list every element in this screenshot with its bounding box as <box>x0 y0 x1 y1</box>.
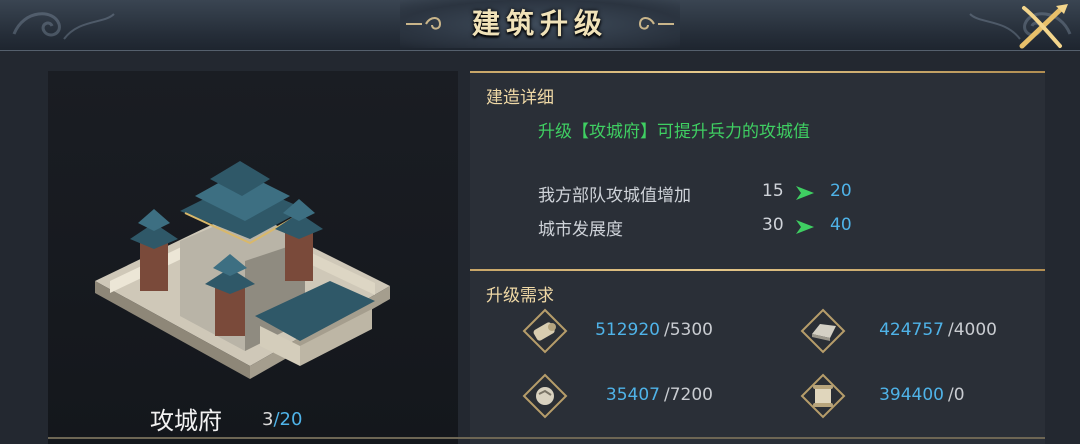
main-area: 攻城府 3/20 建造详细 升级【攻城府】可提升兵力的攻城值 我方部队攻城值增加… <box>0 51 1080 444</box>
arrow-right-icon <box>796 186 814 200</box>
resource-owned: 424757 <box>879 320 944 340</box>
resource-decree: 394400 /0 <box>800 373 1020 419</box>
requirements-title: 升级需求 <box>486 286 554 306</box>
title-ornament-right-icon <box>638 17 674 30</box>
resource-owned: 512920 <box>595 320 660 340</box>
resource-wood: 512920 /5300 <box>522 308 742 354</box>
building-name: 攻城府 <box>150 407 222 435</box>
arrow-right-icon <box>796 220 814 234</box>
current-level: 3 <box>262 409 274 430</box>
stat-next-value: 20 <box>830 181 852 201</box>
divider <box>470 269 1045 271</box>
resource-iron: 424757 /4000 <box>800 308 1020 354</box>
close-crossed-blades-icon[interactable] <box>1012 2 1072 50</box>
stat-label: 我方部队攻城值增加 <box>538 186 691 206</box>
bottom-divider <box>48 437 1045 439</box>
stat-current-value: 15 <box>762 181 784 201</box>
building-level: 3/20 <box>262 409 302 430</box>
resource-required: /4000 <box>948 320 997 340</box>
stat-current-value: 30 <box>762 215 784 235</box>
stone-ore-icon <box>522 373 568 419</box>
resource-required: /0 <box>948 385 965 405</box>
siege-building-illustration <box>95 161 390 379</box>
resource-owned: 394400 <box>879 385 944 405</box>
building-panel: 攻城府 3/20 <box>48 71 458 444</box>
header-bar: 建筑升级 <box>0 0 1080 51</box>
resource-required: /7200 <box>664 385 713 405</box>
info-panel: 建造详细 升级【攻城府】可提升兵力的攻城值 我方部队攻城值增加 15 20 城市… <box>470 71 1045 444</box>
max-level: 20 <box>279 409 303 430</box>
cloud-ornament-icon <box>12 12 115 40</box>
details-title: 建造详细 <box>486 88 554 108</box>
resource-stone: 35407 /7200 <box>522 373 742 419</box>
wood-log-icon <box>522 308 568 354</box>
iron-ingot-icon <box>800 308 846 354</box>
stat-label: 城市发展度 <box>538 220 623 240</box>
upgrade-description: 升级【攻城府】可提升兵力的攻城值 <box>538 122 810 142</box>
stat-row-siege: 我方部队攻城值增加 15 20 <box>538 181 938 206</box>
stat-row-development: 城市发展度 30 40 <box>538 215 938 240</box>
page-title: 建筑升级 <box>471 7 608 40</box>
divider <box>470 71 1045 73</box>
scroll-decree-icon <box>800 373 846 419</box>
title-ornament-left-icon <box>406 17 442 30</box>
resource-owned: 35407 <box>605 385 660 405</box>
resource-required: /5300 <box>664 320 713 340</box>
stat-next-value: 40 <box>830 215 852 235</box>
